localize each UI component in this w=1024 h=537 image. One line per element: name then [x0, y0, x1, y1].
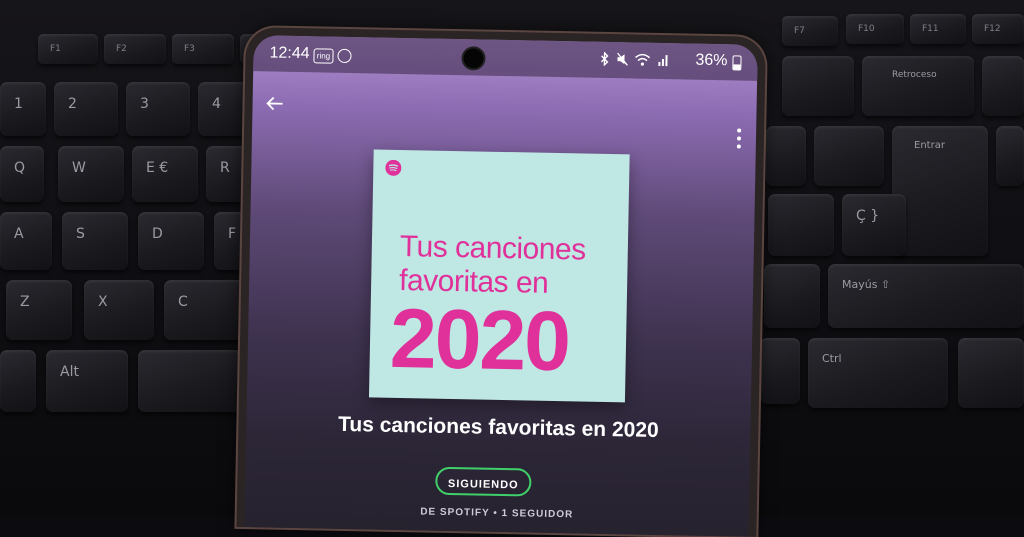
- key-label: E €: [146, 160, 169, 176]
- key-label: 4: [212, 96, 221, 112]
- key-label: C: [178, 294, 188, 310]
- key-label: F2: [116, 44, 127, 54]
- key-z: Z: [6, 280, 72, 340]
- more-options-icon[interactable]: [736, 126, 742, 150]
- key-c: C: [164, 280, 250, 340]
- key-right-4: [814, 126, 884, 186]
- key-label: F3: [184, 44, 195, 54]
- key-label: F12: [984, 24, 1001, 34]
- key-3: 3: [126, 82, 190, 136]
- status-bar: 12:44 ring 36%: [253, 35, 758, 81]
- status-time: 12:44: [269, 44, 310, 63]
- phone: 12:44 ring 36% Tus canciones favoritas e…: [236, 27, 766, 537]
- key-s: S: [62, 212, 128, 270]
- key-label: Alt: [60, 364, 79, 380]
- key-f11: F11: [910, 14, 966, 44]
- key-label: S: [76, 226, 85, 242]
- following-button[interactable]: SIGUIENDO: [435, 466, 532, 497]
- key-label: D: [152, 226, 163, 242]
- phone-screen: 12:44 ring 36% Tus canciones favoritas e…: [244, 35, 758, 537]
- key-label: Mayús ⇧: [842, 278, 891, 291]
- key-label: A: [14, 226, 24, 242]
- key-right-8: [760, 338, 800, 404]
- key-2: 2: [54, 82, 118, 136]
- cover-title-line1: Tus canciones: [399, 230, 586, 267]
- key-a: A: [0, 212, 52, 270]
- key-label: Retroceso: [892, 70, 937, 80]
- key-label: X: [98, 294, 108, 310]
- key-label: F7: [794, 26, 805, 36]
- key-right-5: [996, 126, 1024, 186]
- key-label: F: [228, 226, 237, 242]
- key-label: F11: [922, 24, 939, 34]
- key-d: D: [138, 212, 204, 270]
- playlist-title: Tus canciones favoritas en 2020: [337, 412, 659, 443]
- key-right-1: [782, 56, 854, 116]
- key-label: Ctrl: [822, 352, 842, 365]
- key-left-blank: [0, 350, 36, 412]
- key-f7: F7: [782, 16, 838, 46]
- playlist-cover[interactable]: Tus canciones favoritas en 2020: [368, 149, 630, 403]
- key-retroceso: Retroceso: [862, 56, 974, 116]
- key-label: 2: [68, 96, 77, 112]
- key-f10: F10: [846, 14, 904, 44]
- signal-icon: [658, 55, 668, 67]
- key-f3: F3: [172, 34, 234, 64]
- key-right-9: [958, 338, 1024, 408]
- front-camera: [463, 48, 484, 69]
- key-label: 3: [140, 96, 149, 112]
- key-q: Q: [0, 146, 44, 202]
- key-cedilla: Ç }: [842, 194, 906, 256]
- battery-icon: [732, 55, 742, 71]
- mute-icon: [616, 52, 628, 66]
- key-alt: Alt: [46, 350, 128, 412]
- back-arrow-icon[interactable]: [262, 91, 286, 115]
- key-label: Q: [14, 160, 26, 176]
- key-label: 1: [14, 96, 23, 112]
- key-ctrl: Ctrl: [808, 338, 948, 408]
- battery-percentage: 36%: [695, 51, 728, 70]
- wifi-icon: [635, 53, 651, 66]
- key-label: Ç }: [856, 208, 880, 224]
- key-right-3: [766, 126, 806, 186]
- key-f12: F12: [972, 14, 1024, 44]
- key-x: X: [84, 280, 154, 340]
- spotify-logo-icon: [385, 159, 402, 176]
- key-right-7: [764, 264, 820, 328]
- key-mayus: Mayús ⇧: [828, 264, 1024, 328]
- key-label: F10: [858, 24, 875, 34]
- spotify-notification-icon: [337, 48, 352, 64]
- key-label: W: [72, 160, 86, 176]
- cover-year: 2020: [389, 290, 570, 389]
- key-f2: F2: [104, 34, 166, 64]
- key-space: [138, 350, 242, 412]
- key-label: Entrar: [914, 140, 945, 151]
- key-entrar: Entrar: [892, 126, 988, 256]
- key-label: R: [220, 160, 230, 176]
- key-f1: F1: [38, 34, 98, 64]
- key-w: W: [58, 146, 124, 202]
- status-icons: [600, 51, 669, 70]
- key-e: E €: [132, 146, 198, 202]
- key-1: 1: [0, 82, 46, 136]
- key-label: F1: [50, 44, 61, 54]
- bluetooth-icon: [601, 51, 609, 67]
- key-label: Z: [20, 294, 30, 310]
- playlist-meta: DE SPOTIFY • 1 SEGUIDOR: [420, 506, 574, 521]
- key-right-2: [982, 56, 1024, 116]
- key-right-6: [768, 194, 834, 256]
- ring-app-icon: ring: [313, 48, 334, 64]
